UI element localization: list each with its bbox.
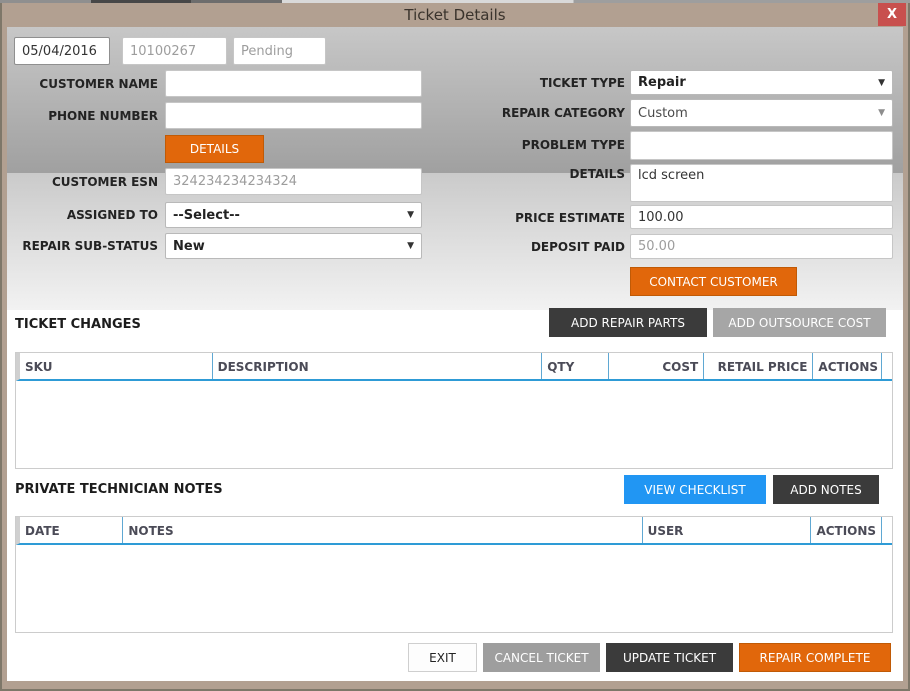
column-header-retail-price: RETAIL PRICE — [704, 353, 814, 379]
deposit-paid-label: DEPOSIT PAID — [530, 240, 625, 254]
close-icon[interactable]: X — [878, 3, 906, 26]
column-header-description: DESCRIPTION — [213, 353, 543, 379]
ticket-type-value: Repair — [638, 75, 686, 90]
column-header-actions: ACTIONS — [811, 517, 882, 543]
ticket-type-label: TICKET TYPE — [539, 76, 625, 90]
price-estimate-label: PRICE ESTIMATE — [515, 211, 625, 225]
deposit-paid-input[interactable] — [630, 234, 893, 259]
column-header-qty: QTY — [542, 353, 609, 379]
dialog-title-bar[interactable]: Ticket Details X — [7, 3, 906, 27]
repair-sub-status-label: REPAIR SUB-STATUS — [22, 239, 158, 253]
technician-notes-title: PRIVATE TECHNICIAN NOTES — [15, 482, 223, 497]
customer-esn-input[interactable] — [165, 168, 422, 195]
ticket-date-field[interactable] — [14, 37, 110, 65]
assigned-to-select[interactable]: --Select-- ▼ — [165, 202, 422, 228]
ticket-status-field[interactable] — [233, 37, 326, 65]
repair-category-label: REPAIR CATEGORY — [501, 106, 625, 120]
exit-button[interactable]: EXIT — [408, 643, 477, 672]
ticket-type-select[interactable]: Repair ▼ — [630, 70, 893, 95]
scrollbar-spacer — [882, 353, 892, 379]
column-header-cost: COST — [609, 353, 705, 379]
repair-category-value: Custom — [638, 105, 688, 121]
chevron-down-icon: ▼ — [407, 210, 414, 220]
repair-complete-button[interactable]: REPAIR COMPLETE — [739, 643, 891, 672]
chevron-down-icon: ▼ — [407, 241, 414, 251]
repair-sub-status-value: New — [173, 238, 205, 254]
details-textarea[interactable]: lcd screen — [630, 164, 893, 202]
customer-name-label: CUSTOMER NAME — [39, 77, 158, 91]
ticket-details-dialog: Ticket Details X CUSTOMER NAME PHONE NUM… — [0, 3, 910, 691]
add-notes-button[interactable]: ADD NOTES — [773, 475, 879, 504]
ticket-number-field[interactable] — [122, 37, 227, 65]
assigned-to-label: ASSIGNED TO — [66, 208, 158, 222]
column-header-sku: SKU — [20, 353, 213, 379]
add-repair-parts-button[interactable]: ADD REPAIR PARTS — [549, 308, 707, 337]
technician-notes-table: DATE NOTES USER ACTIONS — [15, 516, 893, 633]
problem-type-input[interactable] — [630, 131, 893, 160]
problem-type-label: PROBLEM TYPE — [521, 138, 625, 152]
column-header-date: DATE — [20, 517, 124, 543]
update-ticket-button[interactable]: UPDATE TICKET — [606, 643, 733, 672]
ticket-changes-table-body — [16, 381, 892, 468]
technician-notes-table-header: DATE NOTES USER ACTIONS — [16, 517, 892, 545]
chevron-down-icon: ▼ — [878, 77, 885, 88]
column-header-notes: NOTES — [123, 517, 643, 543]
view-checklist-button[interactable]: VIEW CHECKLIST — [624, 475, 766, 504]
chevron-down-icon: ▼ — [878, 108, 885, 118]
column-header-actions: ACTIONS — [813, 353, 882, 379]
ticket-changes-table-header: SKU DESCRIPTION QTY COST RETAIL PRICE AC… — [16, 353, 892, 381]
repair-category-select[interactable]: Custom ▼ — [630, 99, 893, 127]
details-button[interactable]: DETAILS — [165, 135, 264, 163]
ticket-changes-table: SKU DESCRIPTION QTY COST RETAIL PRICE AC… — [15, 352, 893, 469]
details-label: DETAILS — [569, 167, 625, 181]
contact-customer-button[interactable]: CONTACT CUSTOMER — [630, 267, 797, 296]
repair-sub-status-select[interactable]: New ▼ — [165, 233, 422, 259]
phone-number-input[interactable] — [165, 102, 422, 129]
scrollbar-spacer — [882, 517, 892, 543]
technician-notes-table-body — [16, 545, 892, 632]
phone-number-label: PHONE NUMBER — [48, 109, 158, 123]
customer-esn-label: CUSTOMER ESN — [51, 175, 158, 189]
dialog-title: Ticket Details — [404, 6, 506, 24]
column-header-user: USER — [643, 517, 812, 543]
add-outsource-cost-button[interactable]: ADD OUTSOURCE COST — [713, 308, 886, 337]
dialog-content: CUSTOMER NAME PHONE NUMBER DETAILS CUSTO… — [7, 27, 903, 681]
price-estimate-input[interactable] — [630, 205, 893, 229]
cancel-ticket-button[interactable]: CANCEL TICKET — [483, 643, 600, 672]
assigned-to-value: --Select-- — [173, 207, 240, 223]
ticket-changes-title: TICKET CHANGES — [15, 317, 141, 332]
customer-name-input[interactable] — [165, 70, 422, 97]
